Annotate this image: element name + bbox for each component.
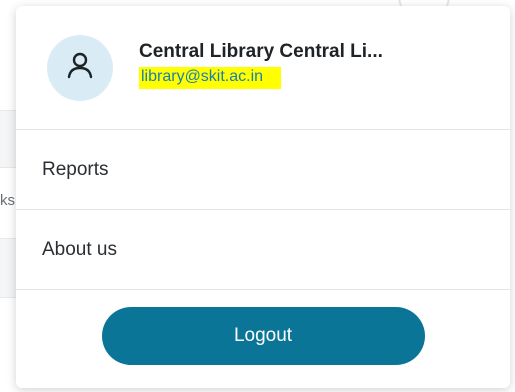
menu-item-reports[interactable]: Reports xyxy=(16,130,510,210)
menu-item-about-us[interactable]: About us xyxy=(16,210,510,290)
profile-header: Central Library Central Li... library@sk… xyxy=(16,6,510,130)
background-row xyxy=(0,238,16,298)
account-dropdown-menu: Central Library Central Li... library@sk… xyxy=(16,6,510,388)
user-icon xyxy=(67,51,93,84)
user-email: library@skit.ac.in xyxy=(139,66,282,89)
logout-button[interactable]: Logout xyxy=(101,307,425,365)
user-name: Central Library Central Li... xyxy=(139,40,383,62)
background-text-fragment: ks xyxy=(0,192,15,209)
logout-section: Logout xyxy=(16,290,510,386)
avatar xyxy=(47,34,113,101)
background-row xyxy=(0,110,16,168)
profile-text: Central Library Central Li... library@sk… xyxy=(139,41,383,95)
